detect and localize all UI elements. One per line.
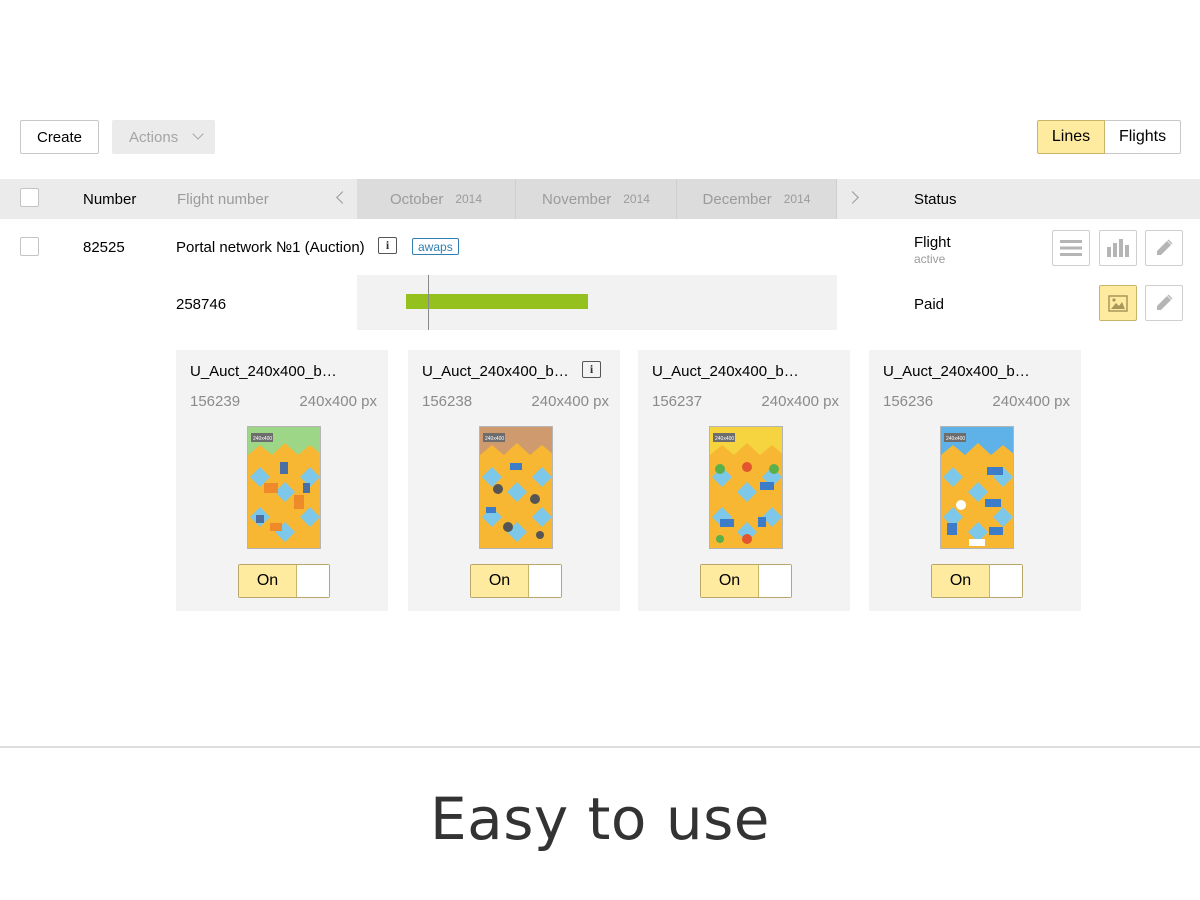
campaign-status-sub: active [914,252,946,266]
row-checkbox[interactable] [20,237,39,256]
creative-thumbnail[interactable]: 240x400 [247,426,321,549]
flight-status: Paid [914,296,945,313]
creative-title[interactable]: U_Auct_240x400_b… [422,363,569,380]
select-all-checkbox[interactable] [20,188,39,207]
banner-preview-image: 240x400 [941,427,1013,548]
banner-preview-image: 240x400 [248,427,320,548]
info-icon[interactable]: i [582,361,601,378]
view-flights-button[interactable]: Flights [1105,120,1181,154]
creative-id: 156239 [190,393,241,410]
creative-toggle[interactable]: On [931,564,1023,598]
month-november: November 2014 [516,179,677,219]
creative-size: 240x400 px [531,393,609,410]
bar-chart-icon [1107,239,1129,257]
column-status-header[interactable]: Status [914,191,957,208]
toggle-on-label: On [471,565,529,597]
creative-thumbnail[interactable]: 240x400 [940,426,1014,549]
pencil-icon [1157,239,1173,255]
campaign-status: Flight [914,234,951,251]
toggle-knob [529,565,561,597]
banner-size-badge: 240x400 [253,436,272,442]
creative-id: 156236 [883,393,934,410]
banner-size-badge: 240x400 [485,436,504,442]
list-view-button[interactable] [1052,230,1090,266]
creative-card: U_Auct_240x400_b… i 156238 240x400 px 24… [408,350,620,611]
creative-toggle[interactable]: On [238,564,330,598]
creative-card: U_Auct_240x400_b… 156237 240x400 px 240x… [638,350,850,611]
today-marker [428,275,429,330]
creative-title[interactable]: U_Auct_240x400_b… [190,363,337,380]
month-name: December [702,190,772,208]
creative-id: 156237 [652,393,703,410]
statistics-button[interactable] [1099,230,1137,266]
chevron-down-icon [192,128,204,140]
list-icon [1060,240,1082,256]
campaign-name[interactable]: Portal network №1 (Auction) [176,239,365,256]
flight-number: 258746 [176,296,227,313]
creative-id: 156238 [422,393,473,410]
banner-preview-image: 240x400 [710,427,782,548]
creative-thumbnail[interactable]: 240x400 [479,426,553,549]
month-name: October [389,190,444,208]
tagline: Easy to use [430,785,770,853]
creative-title[interactable]: U_Auct_240x400_b… [883,363,1030,380]
column-flight-number-header: Flight number [177,191,269,208]
creative-size: 240x400 px [992,393,1070,410]
toggle-knob [990,565,1022,597]
creative-thumbnail[interactable]: 240x400 [709,426,783,549]
create-button[interactable]: Create [20,120,99,154]
banner-size-badge: 240x400 [946,436,965,442]
banner-size-badge: 240x400 [715,436,734,442]
month-year: 2014 [783,192,811,206]
month-year: 2014 [623,192,650,206]
month-name: November [542,190,612,208]
toggle-on-label: On [932,565,990,597]
footer-divider [0,746,1200,748]
month-december: December 2014 [677,179,837,219]
creative-toggle[interactable]: On [470,564,562,598]
month-october: October 2014 [357,179,516,219]
campaign-number: 82525 [83,239,125,256]
toggle-on-label: On [239,565,297,597]
edit-flight-button[interactable] [1145,285,1183,321]
creatives-button[interactable] [1099,285,1137,321]
creative-card: U_Auct_240x400_b… 156239 240x400 px 240x… [176,350,388,611]
view-lines-button[interactable]: Lines [1037,120,1105,154]
info-icon[interactable]: i [378,237,397,254]
image-icon [1108,294,1128,312]
toggle-knob [297,565,329,597]
actions-dropdown[interactable]: Actions [112,120,215,154]
awaps-tag: awaps [412,238,459,255]
creative-size: 240x400 px [761,393,839,410]
column-number-header[interactable]: Number [83,191,136,208]
flight-period-bar[interactable] [406,294,588,309]
pencil-icon [1157,294,1173,310]
banner-preview-image: 240x400 [480,427,552,548]
creative-title[interactable]: U_Auct_240x400_b… [652,363,799,380]
actions-label: Actions [129,128,179,146]
creative-card: U_Auct_240x400_b… 156236 240x400 px 240x… [869,350,1081,611]
creative-toggle[interactable]: On [700,564,792,598]
toggle-knob [759,565,791,597]
edit-campaign-button[interactable] [1145,230,1183,266]
month-year: 2014 [455,192,483,206]
creative-size: 240x400 px [299,393,377,410]
view-switcher: Lines Flights [1037,120,1181,154]
toggle-on-label: On [701,565,759,597]
